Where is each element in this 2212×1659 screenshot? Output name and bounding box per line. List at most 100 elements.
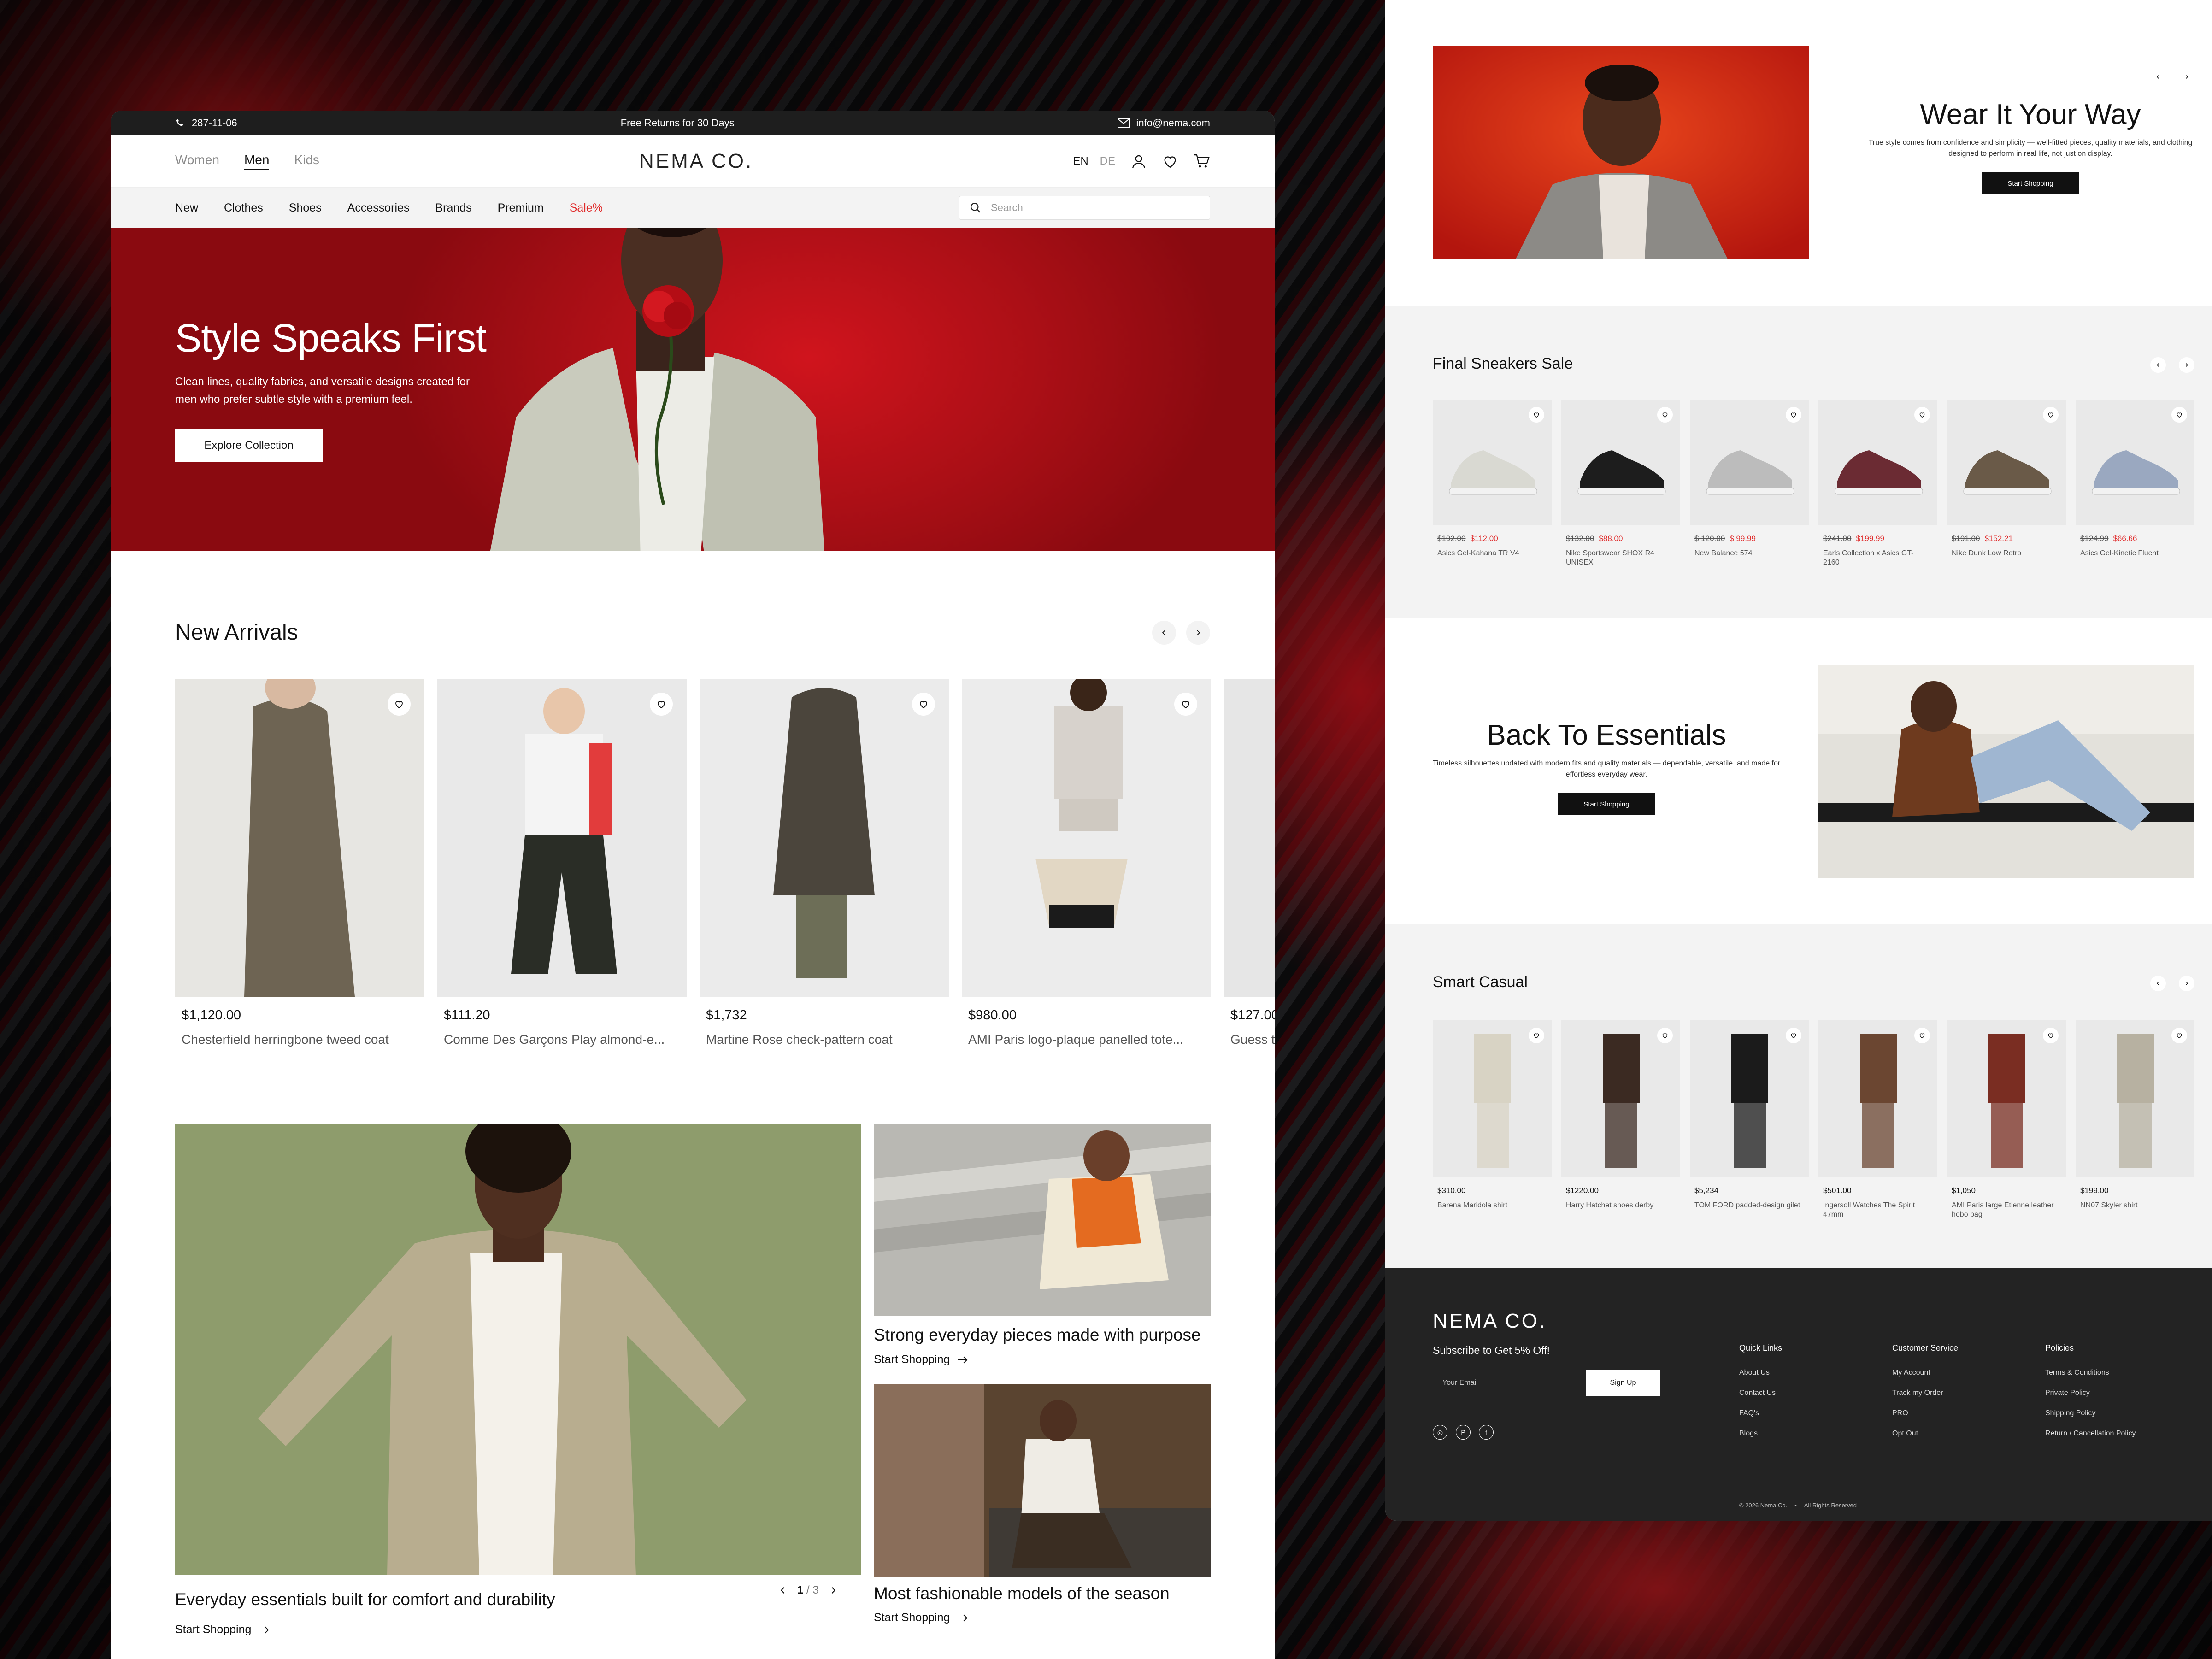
wishlist-button[interactable]	[1174, 693, 1197, 716]
product-name: NN07 Skyler shirt	[2080, 1201, 2138, 1209]
nav-premium[interactable]: Premium	[498, 201, 544, 215]
next-arrow-button[interactable]	[2179, 357, 2194, 373]
wishlist-button[interactable]	[1529, 407, 1544, 423]
lang-de[interactable]: DE	[1100, 155, 1115, 168]
feature-image-small-bottom[interactable]	[874, 1384, 1211, 1577]
footer-link[interactable]: PRO	[1892, 1409, 1958, 1418]
feature-image-small-top[interactable]	[874, 1124, 1211, 1316]
nav-shoes[interactable]: Shoes	[289, 201, 322, 215]
footer-link[interactable]: Blogs	[1739, 1430, 1782, 1438]
phone-contact[interactable]: 287-11-06	[175, 117, 237, 129]
email-contact[interactable]: info@nema.com	[1118, 117, 1210, 129]
feature-small-top-caption: Strong everyday pieces made with purpose	[874, 1325, 1201, 1344]
chevron-left-icon[interactable]	[778, 1585, 788, 1595]
nav-sale[interactable]: Sale%	[570, 201, 603, 215]
feature-small-bottom-link[interactable]: Start Shopping	[874, 1611, 968, 1624]
wishlist-button[interactable]	[912, 693, 935, 716]
wishlist-button[interactable]	[2043, 1028, 2059, 1043]
product-name: Comme Des Garçons Play almond-e...	[444, 1032, 665, 1047]
product-card[interactable]: $127.00 Guess t	[1224, 679, 1275, 1047]
sign-up-button[interactable]: Sign Up	[1586, 1370, 1660, 1396]
instagram-icon[interactable]: ◎	[1433, 1425, 1447, 1440]
product-card[interactable]: $310.00 Barena Maridola shirt	[1433, 1020, 1552, 1219]
essentials-start-shopping-button[interactable]: Start Shopping	[1558, 793, 1655, 815]
product-card[interactable]: $1,050 AMI Paris large Etienne leather ho…	[1947, 1020, 2066, 1219]
product-card[interactable]: $192.00 $112.00 Asics Gel-Kahana TR V4	[1433, 400, 1552, 567]
product-card[interactable]: $501.00 Ingersoll Watches The Spirit 47mm	[1818, 1020, 1937, 1219]
product-card[interactable]: $ 120.00 $ 99.99 New Balance 574	[1690, 400, 1809, 567]
footer-link[interactable]: Terms & Conditions	[2045, 1369, 2136, 1377]
product-card[interactable]: $124.99 $66.66 Asics Gel-Kinetic Fluent	[2076, 400, 2194, 567]
next-arrow-button[interactable]	[2179, 976, 2194, 991]
product-card[interactable]: $191.00 $152.21 Nike Dunk Low Retro	[1947, 400, 2066, 567]
product-card[interactable]: $1,732 Martine Rose check-pattern coat	[700, 679, 949, 1047]
site-logo[interactable]: NEMA CO.	[639, 150, 753, 173]
feature-image-large[interactable]	[175, 1124, 861, 1575]
pinterest-icon[interactable]: P	[1456, 1425, 1471, 1440]
footer-logo[interactable]: NEMA CO.	[1433, 1310, 1547, 1333]
nav-clothes[interactable]: Clothes	[224, 201, 263, 215]
facebook-icon[interactable]: f	[1479, 1425, 1494, 1440]
product-card[interactable]: $241.00 $199.99 Earls Collection x Asics G…	[1818, 400, 1937, 567]
user-icon[interactable]	[1131, 153, 1147, 169]
nav-brands[interactable]: Brands	[435, 201, 471, 215]
footer-link[interactable]: FAQ's	[1739, 1409, 1782, 1418]
footer-link[interactable]: Contact Us	[1739, 1389, 1782, 1397]
heart-icon[interactable]	[1162, 153, 1178, 169]
wear-start-shopping-button[interactable]: Start Shopping	[1982, 172, 2079, 194]
prev-arrow-button[interactable]	[2150, 976, 2166, 991]
nav-accessories[interactable]: Accessories	[347, 201, 410, 215]
explore-collection-button[interactable]: Explore Collection	[175, 429, 323, 462]
wishlist-button[interactable]	[1657, 407, 1673, 423]
lang-en[interactable]: EN	[1073, 155, 1088, 168]
footer-link[interactable]: Shipping Policy	[2045, 1409, 2136, 1418]
next-arrow-button[interactable]	[2179, 69, 2194, 85]
footer-link[interactable]: Return / Cancellation Policy	[2045, 1430, 2136, 1438]
tab-kids[interactable]: Kids	[294, 153, 319, 170]
product-card[interactable]: $980.00 AMI Paris logo-plaque panelled t…	[962, 679, 1211, 1047]
nav-new[interactable]: New	[175, 201, 198, 215]
wishlist-button[interactable]	[1657, 1028, 1673, 1043]
wishlist-button[interactable]	[1786, 407, 1801, 423]
wishlist-button[interactable]	[2171, 407, 2187, 423]
wishlist-button[interactable]	[1786, 1028, 1801, 1043]
wishlist-button[interactable]	[2171, 1028, 2187, 1043]
rights-text: All Rights Reserved	[1804, 1502, 1857, 1509]
wishlist-button[interactable]	[1914, 407, 1930, 423]
product-card[interactable]: $1,120.00 Chesterfield herringbone tweed…	[175, 679, 424, 1047]
product-card[interactable]: $5,234 TOM FORD padded-design gilet	[1690, 1020, 1809, 1219]
tab-women[interactable]: Women	[175, 153, 219, 170]
essentials-content: Back To Essentials Timeless silhouettes …	[1431, 719, 1782, 815]
copyright-dot: •	[1794, 1502, 1797, 1509]
product-card[interactable]: $111.20 Comme Des Garçons Play almond-e.…	[437, 679, 687, 1047]
product-card[interactable]: $199.00 NN07 Skyler shirt	[2076, 1020, 2194, 1219]
wishlist-button[interactable]	[2043, 407, 2059, 423]
wishlist-button[interactable]	[1914, 1028, 1930, 1043]
cart-icon[interactable]	[1194, 153, 1210, 169]
feature-small-top-link[interactable]: Start Shopping	[874, 1353, 968, 1366]
prev-arrow-button[interactable]	[2150, 69, 2166, 85]
next-arrow-button[interactable]	[1186, 620, 1210, 645]
wishlist-button[interactable]	[1529, 1028, 1544, 1043]
wishlist-button[interactable]	[650, 693, 673, 716]
footer-link[interactable]: Track my Order	[1892, 1389, 1958, 1397]
search-input[interactable]: Search	[959, 196, 1210, 220]
search-placeholder: Search	[991, 202, 1023, 213]
footer-link[interactable]: My Account	[1892, 1369, 1958, 1377]
heart-icon	[1791, 1033, 1796, 1039]
product-card[interactable]: $132.00 $88.00 Nike Sportswear SHOX R4 UNI…	[1561, 400, 1680, 567]
chevron-right-icon[interactable]	[828, 1585, 838, 1595]
product-card[interactable]: $1220.00 Harry Hatchet shoes derby	[1561, 1020, 1680, 1219]
prev-arrow-button[interactable]	[2150, 357, 2166, 373]
prev-arrow-button[interactable]	[1152, 620, 1176, 645]
product-image	[1818, 1020, 1937, 1177]
sneakers-sale-section: Final Sneakers Sale $192.00 $112.00 Asics …	[1385, 306, 2212, 618]
footer-col-customer-service: Customer Service My Account Track my Ord…	[1892, 1343, 1958, 1450]
footer-link[interactable]: Private Policy	[2045, 1389, 2136, 1397]
footer-link[interactable]: Opt Out	[1892, 1430, 1958, 1438]
feature-large-link[interactable]: Start Shopping	[175, 1623, 270, 1636]
tab-men[interactable]: Men	[244, 153, 270, 170]
newsletter-email-input[interactable]: Your Email	[1433, 1370, 1586, 1396]
footer-link[interactable]: About Us	[1739, 1369, 1782, 1377]
wishlist-button[interactable]	[388, 693, 411, 716]
